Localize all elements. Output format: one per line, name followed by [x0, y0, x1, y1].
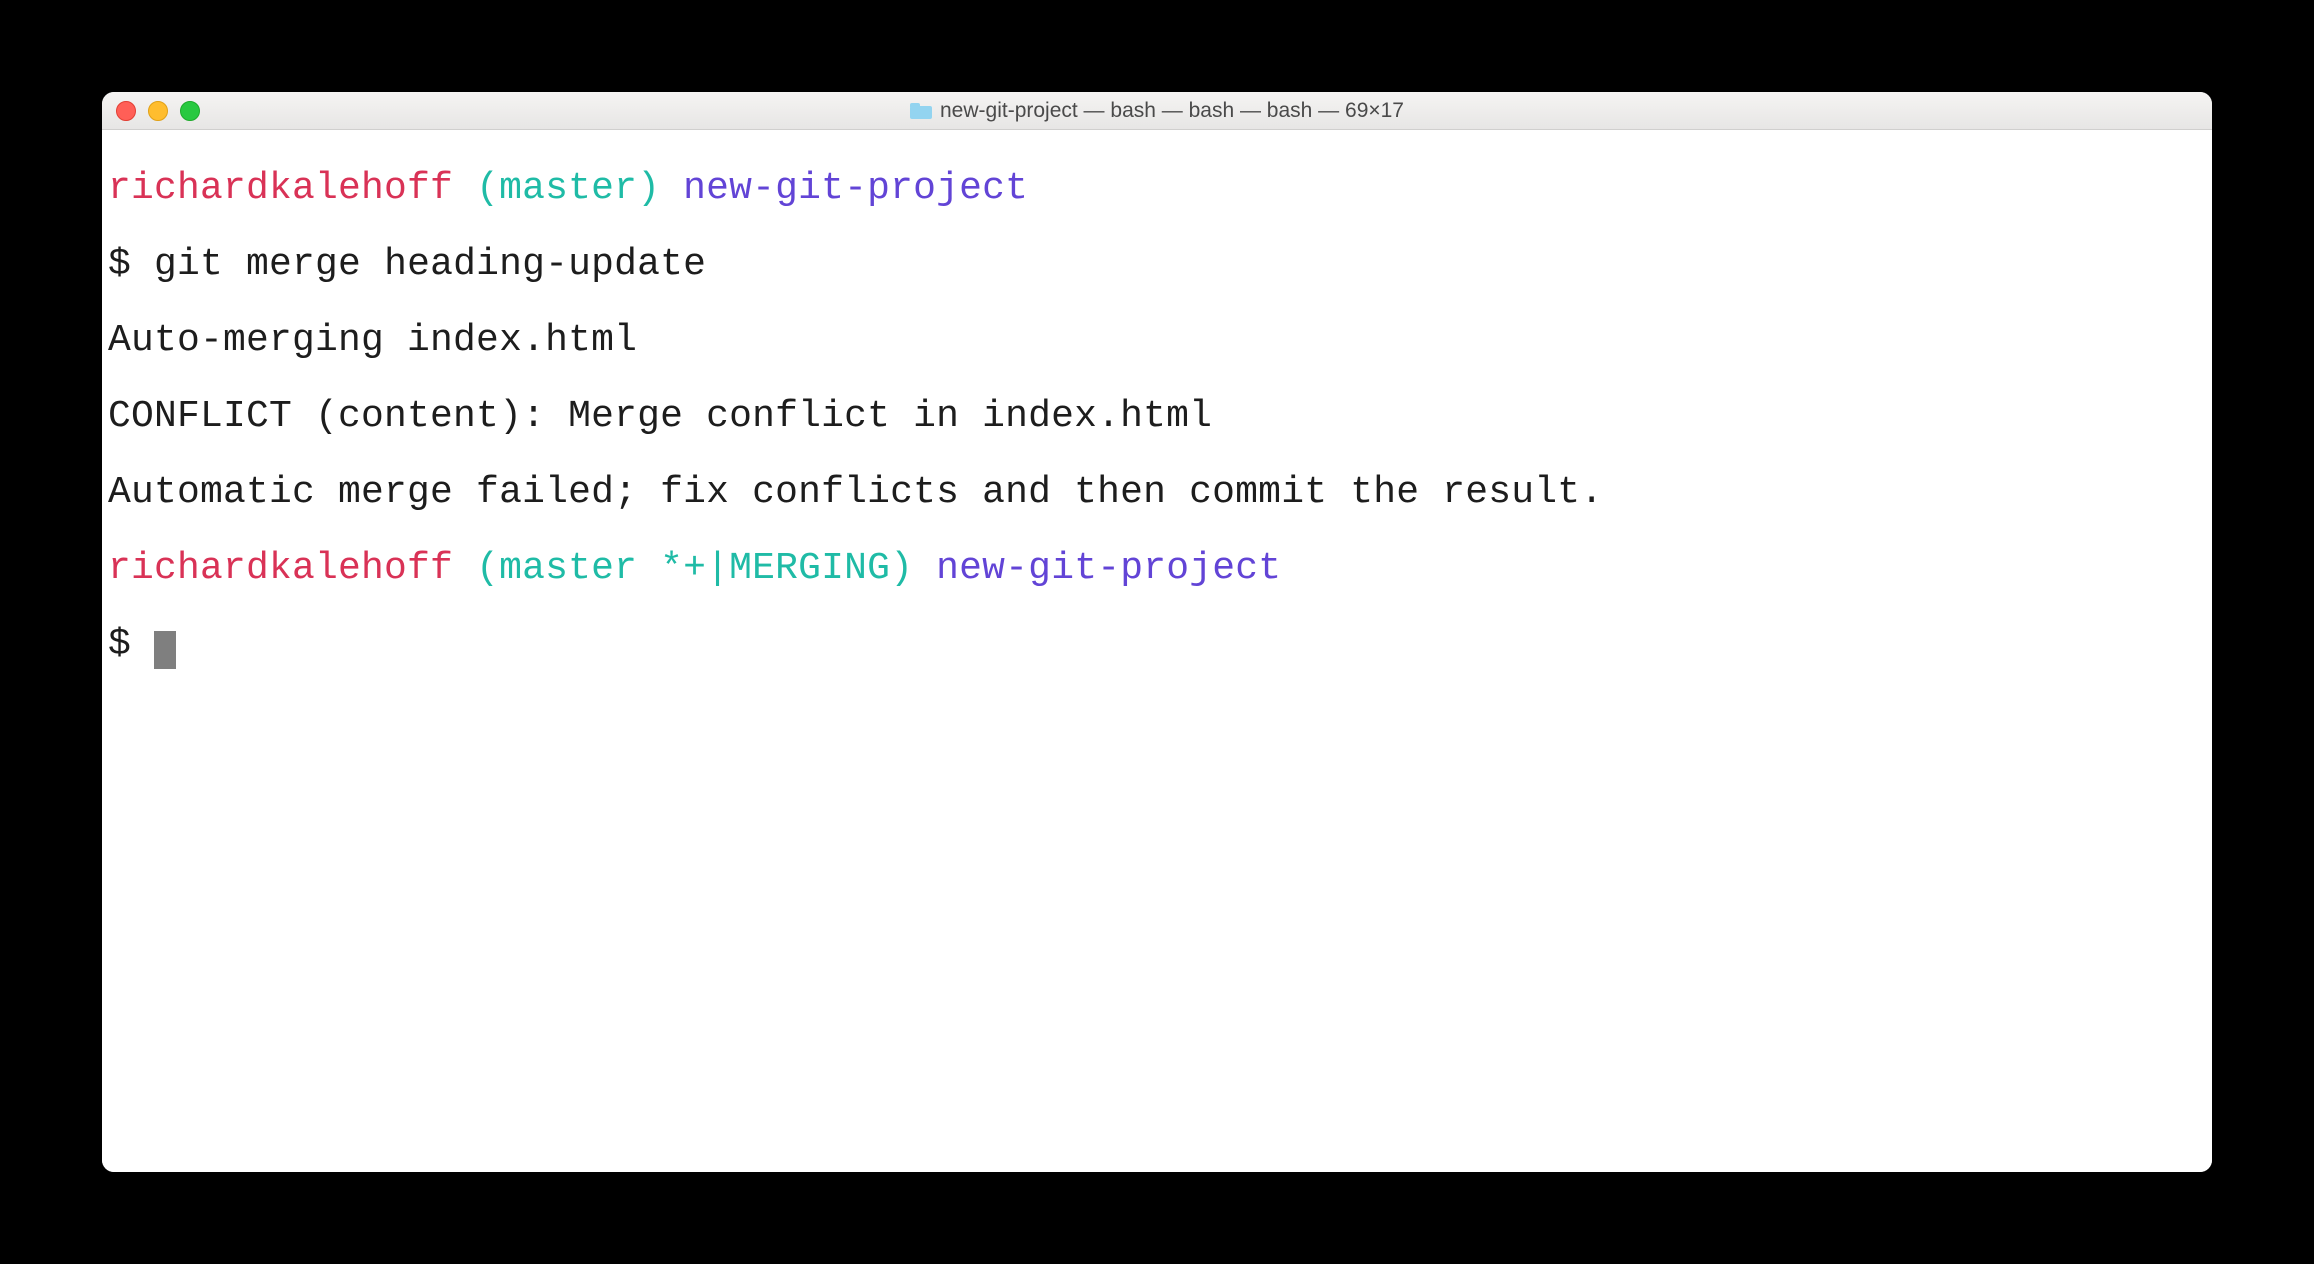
folder-icon	[910, 103, 932, 119]
window-title: new-git-project — bash — bash — bash — 6…	[910, 99, 1404, 123]
window-title-text: new-git-project — bash — bash — bash — 6…	[940, 99, 1404, 123]
terminal-body[interactable]: richardkalehoff (master) new-git-project…	[102, 130, 2212, 1172]
prompt-line-2: richardkalehoff (master *+|MERGING) new-…	[108, 550, 2206, 588]
prompt-branch: (master)	[476, 167, 660, 210]
traffic-lights	[116, 101, 200, 121]
command-line-2: $	[108, 626, 2206, 666]
prompt-branch: (master *+|MERGING)	[476, 547, 913, 590]
prompt-user: richardkalehoff	[108, 167, 453, 210]
prompt-line-1: richardkalehoff (master) new-git-project	[108, 170, 2206, 208]
prompt-symbol: $	[108, 243, 131, 286]
maximize-button[interactable]	[180, 101, 200, 121]
close-button[interactable]	[116, 101, 136, 121]
cursor	[154, 631, 176, 669]
prompt-dir: new-git-project	[683, 167, 1028, 210]
prompt-dir: new-git-project	[936, 547, 1281, 590]
prompt-user: richardkalehoff	[108, 547, 453, 590]
command-line-1: $ git merge heading-update	[108, 246, 2206, 284]
prompt-symbol: $	[108, 623, 131, 666]
output-line-3: Automatic merge failed; fix conflicts an…	[108, 474, 2206, 512]
command-text: git merge heading-update	[154, 243, 706, 286]
output-line-2: CONFLICT (content): Merge conflict in in…	[108, 398, 2206, 436]
terminal-window: new-git-project — bash — bash — bash — 6…	[102, 92, 2212, 1172]
output-line-1: Auto-merging index.html	[108, 322, 2206, 360]
minimize-button[interactable]	[148, 101, 168, 121]
titlebar: new-git-project — bash — bash — bash — 6…	[102, 92, 2212, 130]
